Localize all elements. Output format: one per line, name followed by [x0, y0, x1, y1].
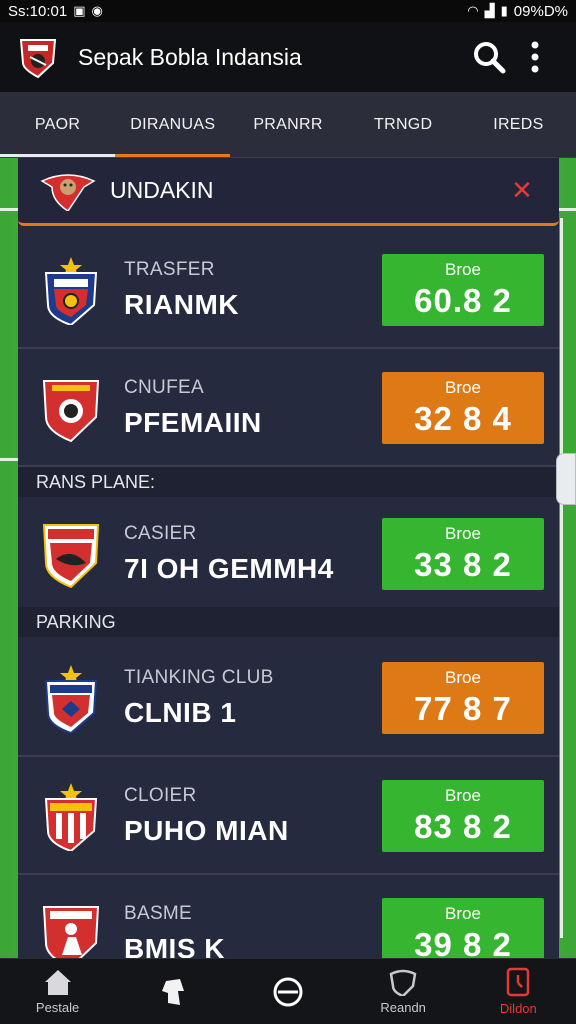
overflow-menu-button[interactable] — [512, 34, 558, 80]
close-button[interactable]: ✕ — [507, 175, 537, 206]
section-header: PARKING — [18, 607, 559, 637]
nav-label: Pestale — [35, 1000, 80, 1015]
card-subtitle: BASME — [124, 903, 193, 924]
shield-star-blue-icon — [44, 665, 98, 733]
search-button[interactable] — [466, 34, 512, 80]
player-icon — [161, 978, 184, 1005]
card-subtitle: TIANKING CLUB — [124, 667, 274, 688]
shield-outline-icon — [389, 969, 417, 996]
club-name: BMIS K — [124, 933, 225, 958]
score-box[interactable]: Broe 39 8 2 — [382, 898, 544, 958]
home-icon — [44, 970, 71, 995]
search-icon — [474, 42, 506, 74]
tab-diranuas[interactable]: DIRANUAS — [115, 92, 231, 157]
club-card[interactable]: BASME BMIS K Broe 39 8 2 — [18, 877, 559, 958]
score-label: Broe — [445, 260, 481, 279]
signal-icon: ▟ — [484, 3, 495, 18]
club-name: PFEMAIIN — [124, 407, 262, 438]
club-logo-icon — [19, 39, 57, 79]
ranking-panel: UNDAKIN ✕ TRASFER RIANMK Broe 60.8 2 CNU… — [18, 158, 559, 958]
wifi-icon: ◠ — [467, 3, 479, 18]
nav-shield[interactable]: Reandn — [353, 959, 453, 1024]
target-icon — [273, 977, 303, 1006]
card-subtitle: CNUFEA — [124, 377, 204, 398]
tab-pranrr[interactable]: PRANRR — [230, 92, 345, 157]
score-value: 60.8 2 — [414, 282, 512, 319]
score-value: 83 8 2 — [414, 808, 512, 845]
sync-icon: ◉ — [91, 3, 103, 18]
score-value: 39 8 2 — [414, 926, 512, 958]
score-box[interactable]: Broe 77 8 7 — [382, 662, 544, 734]
card-subtitle: CASIER — [124, 523, 197, 544]
club-name: RIANMK — [124, 289, 239, 320]
nav-target[interactable] — [238, 959, 338, 1024]
club-card[interactable]: CLOIER PUHO MIAN Broe 83 8 2 — [18, 759, 559, 875]
score-value: 77 8 7 — [414, 690, 512, 727]
club-name: CLNIB 1 — [124, 697, 237, 728]
scrollbar-thumb[interactable] — [556, 453, 576, 505]
card-subtitle: CLOIER — [124, 785, 197, 806]
score-label: Broe — [445, 904, 481, 923]
club-name: 7I OH GEMMH4 — [124, 553, 334, 584]
tab-ireds[interactable]: IREDS — [461, 92, 576, 157]
app-title: Sepak Bobla Indansia — [78, 43, 302, 70]
score-box[interactable]: Broe 33 8 2 — [382, 518, 544, 590]
more-vert-icon — [531, 41, 539, 73]
tab-trngd[interactable]: TRNGD — [346, 92, 461, 157]
score-box[interactable]: Broe 83 8 2 — [382, 780, 544, 852]
battery-icon: ▮ — [500, 3, 508, 18]
app-bar: Sepak Bobla Indansia — [0, 22, 576, 92]
score-value: 32 8 4 — [414, 400, 512, 437]
panel-title: UNDAKIN — [110, 177, 214, 203]
nav-label: Dildon — [499, 1001, 537, 1016]
status-bar: Ss:10:01 ▣ ◉ ◠ ▟ ▮ 09%D% — [0, 0, 576, 22]
panel-header: UNDAKIN ✕ — [18, 158, 559, 226]
score-label: Broe — [445, 378, 481, 397]
section-header: RANS PLANE: — [18, 467, 559, 497]
score-box[interactable]: Broe 60.8 2 — [382, 254, 544, 326]
score-box[interactable]: Broe 32 8 4 — [382, 372, 544, 444]
battery-text: 09%D% — [513, 2, 568, 20]
nav-home[interactable]: Pestale — [8, 959, 108, 1024]
shield-lion-icon — [42, 380, 100, 443]
shield-eagle-icon — [42, 524, 100, 589]
club-name: PUHO MIAN — [124, 815, 289, 846]
tab-paor[interactable]: PAOR — [0, 92, 116, 157]
shield-player-icon — [42, 906, 100, 958]
close-icon: ✕ — [511, 175, 533, 205]
card-subtitle: TRASFER — [124, 259, 215, 280]
tab-bar: PAOR DIRANUAS PRANRR TRNGD IREDS — [0, 92, 576, 158]
nav-label: Reandn — [380, 1000, 426, 1015]
bottom-nav: Pestale Reandn Dildon — [0, 958, 576, 1024]
score-label: Broe — [445, 786, 481, 805]
club-card[interactable]: CNUFEA PFEMAIIN Broe 32 8 4 — [18, 351, 559, 467]
notification-icon: ▣ — [73, 3, 86, 18]
nav-trophy[interactable]: Dildon — [468, 959, 568, 1024]
score-label: Broe — [445, 524, 481, 543]
score-label: Broe — [445, 668, 481, 687]
club-card[interactable]: TRASFER RIANMK Broe 60.8 2 — [18, 233, 559, 349]
clock: Ss:10:01 — [8, 2, 68, 20]
score-value: 33 8 2 — [414, 546, 512, 583]
eagle-crest-icon — [40, 173, 96, 211]
trophy-icon — [507, 967, 530, 997]
shield-star-icon — [44, 257, 98, 325]
club-card[interactable]: CASIER 7I OH GEMMH4 Broe 33 8 2 — [18, 497, 559, 613]
nav-player[interactable] — [123, 959, 223, 1024]
shield-star-stripes-icon — [44, 783, 98, 851]
club-card[interactable]: TIANKING CLUB CLNIB 1 Broe 77 8 7 — [18, 641, 559, 757]
